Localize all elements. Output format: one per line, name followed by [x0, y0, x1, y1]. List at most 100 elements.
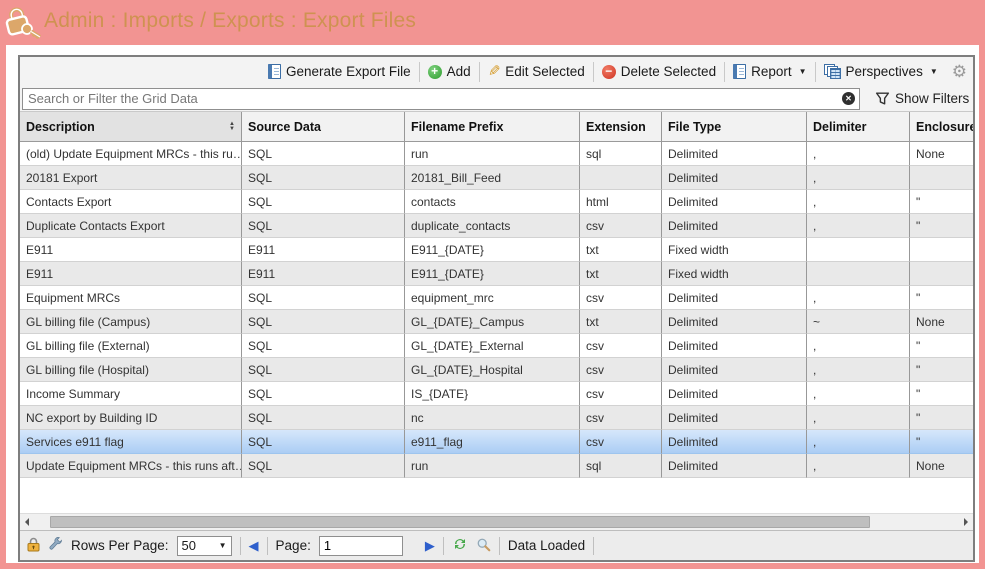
column-header-delimiter[interactable]: Delimiter — [807, 112, 910, 141]
table-cell: Delimited — [662, 190, 807, 214]
notebook-report-icon — [268, 64, 281, 79]
table-row[interactable]: 20181 ExportSQL20181_Bill_FeedDelimited, — [20, 166, 973, 190]
scroll-right-arrow-icon[interactable] — [964, 518, 968, 526]
column-header-filename-prefix[interactable]: Filename Prefix — [405, 112, 580, 141]
clear-search-icon[interactable]: ✕ — [842, 92, 855, 105]
table-cell: txt — [580, 262, 662, 286]
show-filters-button[interactable]: Show Filters — [875, 91, 969, 106]
column-header-label: Filename Prefix — [411, 120, 503, 134]
table-cell: , — [807, 214, 910, 238]
funnel-icon — [875, 91, 890, 106]
table-row[interactable]: E911E911E911_{DATE}txtFixed width — [20, 238, 973, 262]
table-row[interactable]: Duplicate Contacts ExportSQLduplicate_co… — [20, 214, 973, 238]
table-cell: None — [910, 454, 973, 478]
table-row[interactable]: Equipment MRCsSQLequipment_mrccsvDelimit… — [20, 286, 973, 310]
sort-icon[interactable]: ▲▼ — [229, 122, 235, 132]
column-header-file-type[interactable]: File Type — [662, 112, 807, 141]
magnifier-icon[interactable] — [476, 537, 491, 555]
table-cell: " — [910, 406, 973, 430]
table-cell: Delimited — [662, 214, 807, 238]
table-row[interactable]: GL billing file (External)SQLGL_{DATE}_E… — [20, 334, 973, 358]
table-row[interactable]: Contacts ExportSQLcontactshtmlDelimited,… — [20, 190, 973, 214]
rows-per-page-select[interactable]: 50 ▼ — [177, 536, 232, 556]
column-header-description[interactable]: Description ▲▼ — [20, 112, 242, 141]
table-cell: " — [910, 286, 973, 310]
table-cell — [807, 262, 910, 286]
grid-header: Description ▲▼ Source Data Filename Prefix E… — [20, 112, 973, 142]
footer-separator — [267, 537, 268, 555]
table-row[interactable]: (old) Update Equipment MRCs - this ru…SQ… — [20, 142, 973, 166]
table-row[interactable]: NC export by Building IDSQLnccsvDelimite… — [20, 406, 973, 430]
delete-selected-label: Delete Selected — [621, 64, 716, 79]
footer-separator — [593, 537, 594, 555]
table-cell: txt — [580, 310, 662, 334]
table-cell: run — [405, 454, 580, 478]
scrollbar-thumb[interactable] — [50, 516, 870, 528]
table-row[interactable]: GL billing file (Hospital)SQLGL_{DATE}_H… — [20, 358, 973, 382]
perspectives-label: Perspectives — [846, 64, 923, 79]
footer-separator — [443, 537, 444, 555]
column-header-label: Description — [26, 120, 95, 134]
table-row[interactable]: E911E911E911_{DATE}txtFixed width — [20, 262, 973, 286]
green-refresh-icon[interactable] — [452, 536, 468, 555]
table-cell: " — [910, 358, 973, 382]
column-header-enclosure[interactable]: Enclosure — [910, 112, 973, 141]
table-cell: Delimited — [662, 358, 807, 382]
table-cell: sql — [580, 142, 662, 166]
table-cell: , — [807, 358, 910, 382]
table-cell — [807, 238, 910, 262]
footer-separator — [240, 537, 241, 555]
wrench-icon[interactable] — [48, 537, 63, 555]
gear-icon[interactable]: ⚙ — [952, 63, 967, 80]
pencil-icon: ✎ — [488, 65, 501, 79]
column-header-extension[interactable]: Extension — [580, 112, 662, 141]
search-input[interactable] — [22, 88, 860, 110]
edit-selected-button[interactable]: ✎ Edit Selected — [480, 64, 593, 79]
prev-page-button[interactable]: ◀ — [249, 538, 259, 554]
grid-empty-space — [20, 478, 973, 513]
scroll-left-arrow-icon[interactable] — [25, 518, 29, 526]
table-row[interactable]: Update Equipment MRCs - this runs aft…SQ… — [20, 454, 973, 478]
table-cell: duplicate_contacts — [405, 214, 580, 238]
add-button[interactable]: + Add — [420, 64, 479, 79]
table-cell: SQL — [242, 310, 405, 334]
title-bar: Admin : Imports / Exports : Export Files — [0, 0, 985, 45]
table-cell: SQL — [242, 334, 405, 358]
table-cell: SQL — [242, 190, 405, 214]
table-cell: Delimited — [662, 382, 807, 406]
table-cell: SQL — [242, 430, 405, 454]
table-cell: SQL — [242, 142, 405, 166]
table-cell: Services e911 flag — [20, 430, 242, 454]
report-dropdown-button[interactable]: Report ▼ — [725, 64, 814, 79]
table-cell: run — [405, 142, 580, 166]
table-row[interactable]: Services e911 flagSQLe911_flagcsvDelimit… — [20, 430, 973, 454]
perspectives-dropdown-button[interactable]: Perspectives ▼ — [816, 64, 946, 79]
column-header-source-data[interactable]: Source Data — [242, 112, 405, 141]
page-input[interactable] — [319, 536, 403, 556]
grid-body: (old) Update Equipment MRCs - this ru…SQ… — [20, 142, 973, 478]
rows-per-page-value: 50 — [182, 538, 196, 553]
table-cell: None — [910, 142, 973, 166]
gold-padlock-icon[interactable] — [27, 537, 40, 555]
table-cell: Delimited — [662, 166, 807, 190]
table-cell: Delimited — [662, 142, 807, 166]
table-row[interactable]: Income SummarySQLIS_{DATE}csvDelimited," — [20, 382, 973, 406]
table-cell: csv — [580, 358, 662, 382]
table-cell: , — [807, 382, 910, 406]
next-page-button[interactable]: ▶ — [425, 538, 435, 554]
delete-selected-button[interactable]: − Delete Selected — [594, 64, 724, 79]
edit-selected-label: Edit Selected — [505, 64, 585, 79]
table-row[interactable]: GL billing file (Campus)SQLGL_{DATE}_Cam… — [20, 310, 973, 334]
table-cell: E911_{DATE} — [405, 238, 580, 262]
generate-export-file-button[interactable]: Generate Export File — [260, 64, 419, 79]
table-cell: Delimited — [662, 406, 807, 430]
table-cell: equipment_mrc — [405, 286, 580, 310]
horizontal-scrollbar[interactable] — [20, 513, 973, 530]
table-cell: csv — [580, 430, 662, 454]
table-cell: " — [910, 190, 973, 214]
search-wrap: ✕ — [22, 88, 860, 110]
table-cell: E911 — [242, 262, 405, 286]
table-cell: , — [807, 454, 910, 478]
table-cell: SQL — [242, 358, 405, 382]
add-label: Add — [447, 64, 471, 79]
